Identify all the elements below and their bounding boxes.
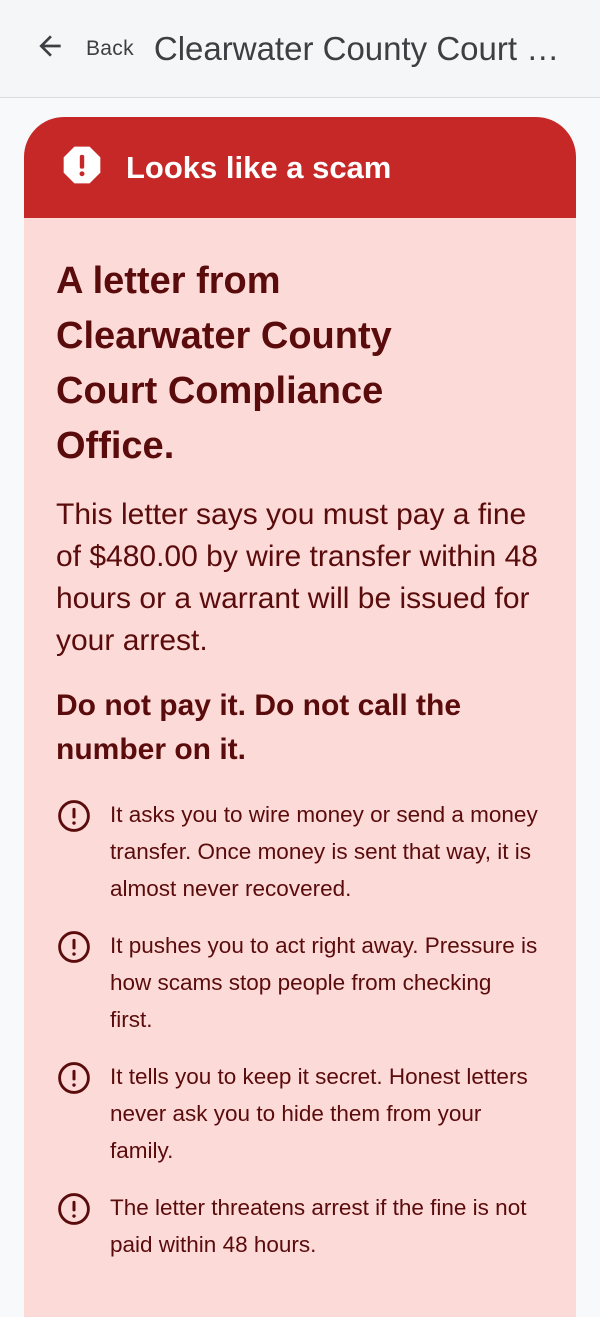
page-title: Clearwater County Court Compliance Offic…	[153, 29, 574, 67]
alert-circle-icon	[56, 796, 92, 839]
alert-circle-icon	[56, 1189, 92, 1232]
reason-text: It tells you to keep it secret. Honest l…	[110, 1064, 528, 1163]
alert-circle-icon	[56, 1058, 92, 1101]
list-item: It asks you to wire money or send a mone…	[56, 796, 544, 907]
scam-alert-card: Looks like a scam A letter from Clearwat…	[24, 117, 576, 1317]
card-content: A letter from Clearwater County Court Co…	[24, 218, 576, 1263]
card-warning: Do not pay it. Do not call the number on…	[56, 689, 461, 766]
list-item: The letter threatens arrest if the fine …	[56, 1189, 544, 1263]
reason-text: It pushes you to act right away. Pressur…	[110, 933, 538, 1032]
top-app-bar: Back Clearwater County Court Compliance …	[0, 0, 600, 98]
scam-banner: Looks like a scam	[24, 117, 576, 218]
arrow-back-icon	[34, 30, 66, 67]
card-summary: This letter says you must pay a fine of …	[56, 498, 538, 657]
reason-text: The letter threatens arrest if the fine …	[110, 1195, 527, 1257]
list-item: It tells you to keep it secret. Honest l…	[56, 1058, 544, 1169]
list-item: It pushes you to act right away. Pressur…	[56, 927, 544, 1038]
alert-circle-icon	[56, 927, 92, 970]
reason-text: It asks you to wire money or send a mone…	[110, 802, 538, 901]
reason-list: It asks you to wire money or send a mone…	[56, 796, 544, 1263]
card-headline: A letter from Clearwater County Court Co…	[56, 260, 392, 467]
banner-label: Looks like a scam	[126, 149, 392, 185]
alert-octagon-icon	[60, 143, 104, 192]
back-label: Back	[86, 36, 134, 60]
back-button[interactable]: Back	[34, 21, 134, 77]
